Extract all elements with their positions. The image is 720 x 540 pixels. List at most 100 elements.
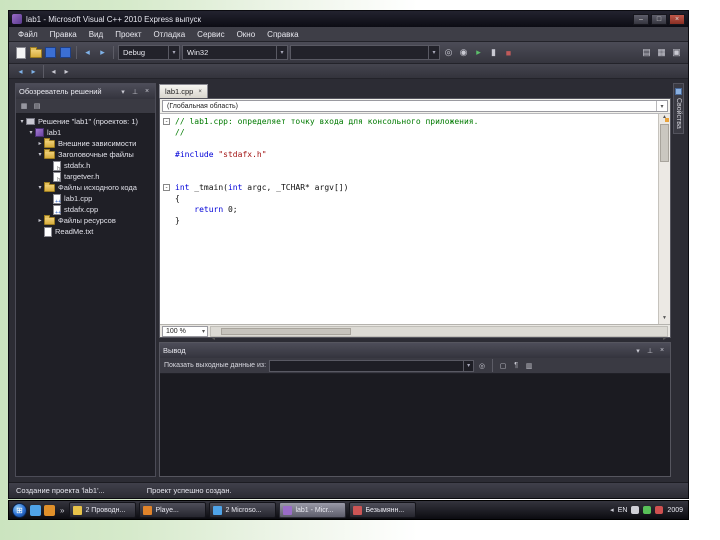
- hidden-icons-arrow[interactable]: [610, 506, 614, 514]
- taskbar-button[interactable]: 2 Проводн...: [69, 502, 137, 518]
- title-bar[interactable]: lab1 - Microsoft Visual C++ 2010 Express…: [9, 11, 688, 27]
- scope-combo[interactable]: (Глобальная область): [162, 100, 668, 112]
- search-combo[interactable]: [290, 45, 440, 60]
- break-all-icon[interactable]: ▮: [487, 46, 500, 59]
- code-line[interactable]: //: [160, 127, 658, 138]
- tree-item[interactable]: ▸ Файлы ресурсов: [16, 215, 155, 226]
- code-line[interactable]: {: [160, 193, 658, 204]
- tree-item[interactable]: targetver.h: [16, 171, 155, 183]
- code-line[interactable]: [160, 138, 658, 149]
- toggle-icon[interactable]: ▥: [524, 361, 534, 371]
- quick-launch-overflow-icon[interactable]: »: [58, 506, 66, 515]
- toolbox-icon[interactable]: ▣: [670, 46, 683, 59]
- undo-icon[interactable]: ◂: [81, 46, 94, 59]
- open-folder-icon[interactable]: [29, 46, 42, 59]
- find-message-icon[interactable]: ◎: [477, 361, 487, 371]
- solution-explorer-header[interactable]: Обозреватель решений ▾ ⊥ ×: [16, 84, 155, 99]
- window-menu-icon[interactable]: ▾: [118, 87, 128, 97]
- code-line[interactable]: [160, 171, 658, 182]
- volume-icon[interactable]: [631, 506, 640, 514]
- chevron-down-icon[interactable]: [276, 46, 287, 59]
- tree-item[interactable]: ▸ Внешние зависимости: [16, 138, 155, 149]
- taskbar-clock[interactable]: 2009: [667, 507, 683, 514]
- tree-item[interactable]: ▾ Файлы исходного кода: [16, 182, 155, 193]
- code-line[interactable]: - int _tmain(int argc, _TCHAR* argv[]): [160, 182, 658, 193]
- menu-item-Файл[interactable]: Файл: [12, 29, 44, 40]
- tree-expander-icon[interactable]: ▾: [27, 129, 35, 136]
- chevron-down-icon[interactable]: [463, 360, 473, 371]
- start-debug-icon[interactable]: ▸: [472, 46, 485, 59]
- tree-item[interactable]: ▾ lab1: [16, 127, 155, 138]
- navigate-forward-icon[interactable]: ▸: [28, 66, 39, 77]
- tree-expander-icon[interactable]: ▾: [18, 118, 26, 125]
- code-lines[interactable]: -// lab1.cpp: определяет точку входа для…: [160, 114, 658, 324]
- output-header[interactable]: Вывод ▾ ⊥ ×: [160, 343, 670, 358]
- properties-icon[interactable]: ▦: [19, 101, 29, 111]
- new-file-icon[interactable]: [14, 46, 27, 59]
- minimize-button[interactable]: –: [633, 13, 649, 25]
- output-source-combo[interactable]: [269, 359, 475, 372]
- menu-item-Проект[interactable]: Проект: [109, 29, 147, 40]
- fold-collapse-icon[interactable]: -: [163, 118, 170, 125]
- editor-vertical-scrollbar[interactable]: [658, 114, 670, 324]
- navigate-back-icon[interactable]: ◂: [15, 66, 26, 77]
- code-line[interactable]: return 0;: [160, 204, 658, 215]
- action-center-icon[interactable]: [655, 506, 664, 514]
- quick-launch-icon-1[interactable]: [30, 504, 41, 516]
- tree-expander-icon[interactable]: ▸: [36, 140, 44, 147]
- close-button[interactable]: ×: [669, 13, 685, 25]
- tab-close-icon[interactable]: ×: [198, 89, 202, 95]
- code-line[interactable]: #include "stdafx.h": [160, 149, 658, 160]
- taskbar-button[interactable]: 2 Microso...: [209, 502, 277, 518]
- chevron-down-icon[interactable]: [428, 46, 439, 59]
- auto-hide-pin-icon[interactable]: ⊥: [645, 346, 655, 356]
- scroll-down-icon[interactable]: [659, 315, 670, 324]
- tree-item[interactable]: lab1.cpp: [16, 193, 155, 205]
- zoom-combo[interactable]: 100 %: [162, 325, 208, 337]
- platform-combo[interactable]: Win32: [182, 45, 288, 60]
- chevron-down-icon[interactable]: [168, 46, 179, 59]
- menu-item-Справка[interactable]: Справка: [261, 29, 304, 40]
- menu-item-Вид[interactable]: Вид: [83, 29, 109, 40]
- configuration-combo[interactable]: Debug: [118, 45, 180, 60]
- editor-horizontal-scrollbar[interactable]: [210, 325, 668, 337]
- network-icon[interactable]: [643, 506, 652, 514]
- maximize-button[interactable]: □: [651, 13, 667, 25]
- wrap-icon[interactable]: ¶: [511, 361, 521, 371]
- tree-item[interactable]: ReadMe.txt: [16, 226, 155, 237]
- save-all-icon[interactable]: [59, 46, 72, 59]
- undo-small-icon[interactable]: ◂: [48, 66, 59, 77]
- tree-expander-icon[interactable]: ▾: [36, 151, 44, 158]
- tab-lab1-cpp[interactable]: lab1.cpp ×: [159, 84, 208, 98]
- tree-item[interactable]: stdafx.cpp: [16, 204, 155, 216]
- properties-window-icon[interactable]: ▦: [655, 46, 668, 59]
- menu-item-Окно[interactable]: Окно: [231, 29, 262, 40]
- autohide-tab-properties[interactable]: Свойства: [673, 83, 684, 134]
- start-button[interactable]: ⊞: [12, 502, 27, 518]
- tree-expander-icon[interactable]: ▸: [36, 217, 44, 224]
- code-line[interactable]: [160, 160, 658, 171]
- fold-collapse-icon[interactable]: -: [163, 184, 170, 191]
- taskbar-button[interactable]: lab1 - Micr...: [279, 502, 347, 518]
- tree-item[interactable]: ▾ Заголовочные файлы: [16, 149, 155, 160]
- close-icon[interactable]: ×: [142, 87, 152, 97]
- taskbar-button[interactable]: Playe...: [139, 502, 207, 518]
- code-line[interactable]: -// lab1.cpp: определяет точку входа для…: [160, 116, 658, 127]
- close-icon[interactable]: ×: [657, 346, 667, 356]
- find-in-files-icon[interactable]: ◉: [457, 46, 470, 59]
- stop-icon[interactable]: ■: [502, 46, 515, 59]
- menu-item-Отладка[interactable]: Отладка: [148, 29, 192, 40]
- tree-item[interactable]: stdafx.h: [16, 160, 155, 172]
- find-icon[interactable]: ◎: [442, 46, 455, 59]
- tree-expander-icon[interactable]: ▾: [36, 184, 44, 191]
- code-line[interactable]: }: [160, 215, 658, 226]
- language-indicator[interactable]: EN: [618, 507, 628, 514]
- scrollbar-thumb[interactable]: [660, 124, 669, 162]
- auto-hide-pin-icon[interactable]: ⊥: [130, 87, 140, 97]
- output-content[interactable]: [160, 374, 670, 476]
- tree-item[interactable]: ▾ Решение "lab1" (проектов: 1): [16, 116, 155, 127]
- chevron-down-icon[interactable]: [656, 101, 667, 111]
- redo-icon[interactable]: ▸: [96, 46, 109, 59]
- menu-item-Правка[interactable]: Правка: [44, 29, 83, 40]
- clear-all-icon[interactable]: ▢: [498, 361, 508, 371]
